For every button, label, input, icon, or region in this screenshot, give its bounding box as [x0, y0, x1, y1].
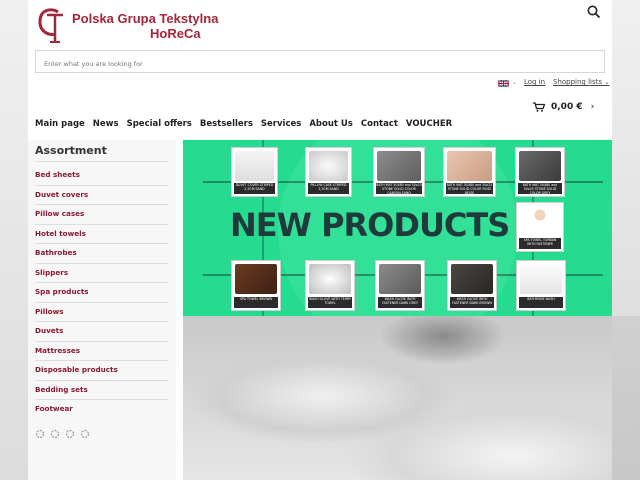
shopping-lists-link[interactable]: Shopping lists ⌄ — [553, 78, 609, 86]
search-bar — [35, 50, 605, 75]
product-caption: WASH GLOVE WITH TERRY TOWEL — [308, 297, 352, 308]
shopping-lists-chevron-down-icon: ⌄ — [604, 79, 610, 86]
banner-product-card[interactable]: WASH GLOVE WITH FASTENER DARK BROWN — [447, 260, 497, 311]
nav-item-news[interactable]: News — [93, 119, 119, 133]
nav-item-services[interactable]: Services — [261, 119, 301, 133]
sidebar-divider — [35, 161, 168, 162]
brand-logo[interactable]: Polska Grupa Tekstylna HoReCa — [36, 6, 236, 44]
category-disposable-products[interactable]: Disposable products — [35, 361, 168, 381]
product-caption: BATH MAT 50X80 and 50x25 STONE SOLID COL… — [376, 183, 422, 194]
category-bathrobes[interactable]: Bathrobes — [35, 244, 168, 264]
nav-item-main-page[interactable]: Main page — [35, 119, 85, 133]
language-chevron-down-icon[interactable]: ⌄ — [512, 79, 517, 86]
category-bedding-sets[interactable]: Bedding sets — [35, 381, 168, 400]
product-image — [235, 264, 277, 294]
banner-product-card[interactable]: WASH GLOVE WITH TERRY TOWEL — [305, 260, 355, 311]
category-bed-sheets[interactable]: Bed sheets — [35, 166, 168, 186]
cart-total: 0,00 € — [551, 102, 583, 112]
banner-title: NEW PRODUCTS — [230, 206, 510, 244]
banner-product-card[interactable]: BATHROBE NUSH — [516, 260, 566, 311]
category-duvet-covers[interactable]: Duvet covers — [35, 186, 168, 205]
product-caption: PILLOW CASE STRIPED 2,5CM SAND — [308, 183, 349, 194]
category-spa-products[interactable]: Spa products — [35, 283, 168, 303]
banner-product-card[interactable]: DUVET COVER STRIPED 2,5CM SAND — [231, 147, 278, 197]
product-caption: DUVET COVER STRIPED 2,5CM SAND — [234, 183, 275, 194]
nav-item-about-us[interactable]: About Us — [309, 119, 353, 133]
banner-product-card[interactable]: BATH MAT 50X80 and 50x25 STONE SOLID COL… — [373, 147, 425, 197]
product-caption: BATHROBE NUSH — [519, 297, 563, 308]
nav-item-contact[interactable]: Contact — [361, 119, 398, 133]
category-list: Bed sheets Duvet covers Pillow cases Hot… — [35, 166, 168, 420]
banner-product-card[interactable]: BATH MAT 50X80 and 50x25 STONE SOLID COL… — [443, 147, 496, 197]
background-photo-right — [612, 316, 640, 480]
banner-product-card[interactable]: PILLOW CASE STRIPED 2,5CM SAND — [305, 147, 352, 197]
cart-summary[interactable]: 0,00 € › — [533, 100, 594, 114]
banner-product-card[interactable]: SPA TOWEL BROWN — [231, 260, 281, 311]
brand-name: Polska Grupa Tekstylna — [72, 11, 219, 26]
nav-item-special-offers[interactable]: Special offers — [127, 119, 192, 133]
cart-icon — [533, 102, 545, 112]
search-icon[interactable] — [586, 4, 602, 20]
loading-spinner-icon — [81, 429, 90, 439]
loading-spinners — [35, 428, 90, 447]
category-hotel-towels[interactable]: Hotel towels — [35, 225, 168, 244]
brand-subtitle: HoReCa — [150, 26, 201, 41]
cart-chevron-right-icon: › — [590, 102, 595, 112]
category-duvets[interactable]: Duvets — [35, 322, 168, 342]
assortment-sidebar: Assortment Bed sheets Duvet covers Pillo… — [28, 140, 176, 480]
product-image — [379, 264, 421, 294]
pgt-logo-icon — [38, 8, 63, 43]
category-footwear[interactable]: Footwear — [35, 400, 168, 420]
background-photo — [183, 316, 612, 480]
header: Polska Grupa Tekstylna HoReCa — [28, 0, 612, 48]
category-pillows[interactable]: Pillows — [35, 303, 168, 322]
product-caption: SPA TOWEL BROWN — [234, 297, 278, 308]
product-image — [309, 264, 351, 294]
loading-spinner-icon — [35, 429, 45, 439]
login-link[interactable]: Log in — [524, 78, 545, 86]
category-slippers[interactable]: Slippers — [35, 264, 168, 283]
main-nav: Main page News Special offers Bestseller… — [35, 119, 460, 133]
product-image — [520, 206, 560, 236]
nav-item-bestsellers[interactable]: Bestsellers — [200, 119, 253, 133]
product-caption: BATH MAT 50X80 and 50x25 STONE SOLID COL… — [446, 183, 493, 194]
product-image — [447, 151, 492, 181]
loading-spinner-icon — [50, 429, 60, 439]
product-caption: WASH GLOVE WITH FASTENER DARK BROWN — [450, 297, 494, 308]
page-background-left — [0, 0, 28, 480]
sidebar-title: Assortment — [35, 144, 107, 157]
banner-product-card[interactable]: BATH MAT 50X80 and 50x25 STONE SOLID COL… — [515, 147, 565, 197]
loading-spinner-icon — [66, 429, 75, 439]
product-image — [377, 151, 421, 181]
product-image — [309, 151, 348, 181]
category-pillow-cases[interactable]: Pillow cases — [35, 205, 168, 225]
product-image — [235, 151, 274, 181]
banner-product-card[interactable]: WASH GLOVE WITH FASTENER DARK GREY — [375, 260, 425, 311]
product-caption: WASH GLOVE WITH FASTENER DARK GREY — [378, 297, 422, 308]
product-image — [519, 151, 561, 181]
shopping-lists-label: Shopping lists — [553, 78, 603, 86]
banner-product-card[interactable]: SPA TOWEL TURBAN WITH FASTENER — [516, 202, 564, 252]
product-image — [520, 264, 562, 294]
new-products-banner[interactable]: NEW PRODUCTS DUVET COVER STRIPED 2,5CM S… — [183, 140, 612, 316]
nav-item-voucher[interactable]: VOUCHER — [406, 119, 452, 133]
product-image — [451, 264, 493, 294]
category-mattresses[interactable]: Mattresses — [35, 342, 168, 361]
page-container: Polska Grupa Tekstylna HoReCa ⌄ Log in S… — [28, 0, 612, 480]
product-caption: BATH MAT 50X80 and 50x25 STONE SOLID COL… — [518, 183, 562, 194]
search-input[interactable] — [36, 53, 604, 75]
uk-flag-icon[interactable] — [498, 80, 509, 87]
product-caption: SPA TOWEL TURBAN WITH FASTENER — [519, 238, 561, 249]
